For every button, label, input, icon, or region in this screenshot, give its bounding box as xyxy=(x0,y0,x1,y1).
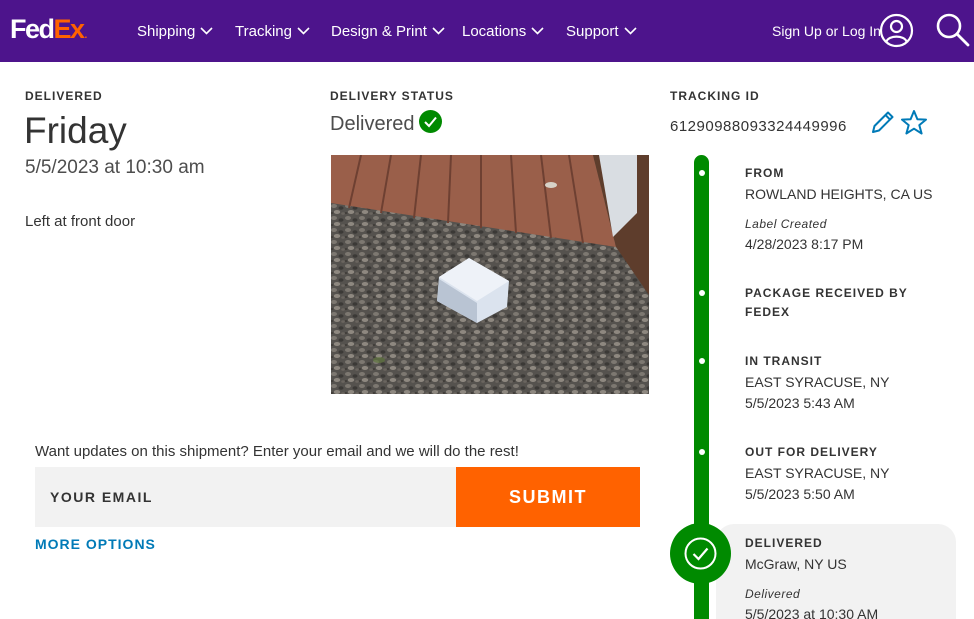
email-input[interactable] xyxy=(35,467,456,527)
delivery-datetime: 5/5/2023 at 10:30 am xyxy=(25,157,205,178)
delivery-day: Friday xyxy=(24,110,127,151)
event-location: ROWLAND HEIGHTS, CA US xyxy=(745,186,933,202)
email-updates-prompt: Want updates on this shipment? Enter you… xyxy=(35,443,519,460)
delivery-location-note: Left at front door xyxy=(25,213,136,230)
event-datetime: 5/5/2023 at 10:30 AM xyxy=(745,606,879,619)
event-datetime: 5/5/2023 5:50 AM xyxy=(745,486,855,502)
delivered-check-icon xyxy=(670,523,731,584)
event-subtitle: Delivered xyxy=(745,587,801,601)
event-title: IN TRANSIT xyxy=(745,354,823,368)
chevron-down-icon xyxy=(531,27,544,35)
event-title: FROM xyxy=(745,166,785,180)
chevron-down-icon xyxy=(623,27,637,35)
event-location: McGraw, NY US xyxy=(745,556,847,572)
fedex-logo[interactable]: FedEx. xyxy=(10,14,87,51)
event-title: DELIVERED xyxy=(745,536,823,550)
event-datetime: 5/5/2023 5:43 AM xyxy=(745,395,855,411)
user-account-icon[interactable] xyxy=(879,13,914,48)
delivery-status-value: Delivered xyxy=(330,113,415,135)
nav-tracking[interactable]: Tracking xyxy=(235,20,310,42)
tracking-id-value: 612909880933244499​96 xyxy=(670,118,847,135)
event-subtitle: Label Created xyxy=(745,217,827,231)
nav-support[interactable]: Support xyxy=(566,20,637,42)
search-icon[interactable] xyxy=(935,12,971,48)
event-location: EAST SYRACUSE, NY xyxy=(745,465,890,481)
timeline-dot xyxy=(699,449,705,455)
event-title: PACKAGE RECEIVED BY xyxy=(745,286,908,300)
delivered-label: DELIVERED xyxy=(25,89,103,103)
more-options-link[interactable]: MORE OPTIONS xyxy=(35,536,156,552)
sign-up-log-in-link[interactable]: Sign Up or Log In xyxy=(772,20,881,42)
chevron-down-icon xyxy=(200,27,213,35)
tracking-id-label: TRACKING ID xyxy=(670,89,760,103)
timeline-dot xyxy=(699,358,705,364)
event-title: OUT FOR DELIVERY xyxy=(745,445,878,459)
chevron-down-icon xyxy=(432,27,445,35)
pencil-edit-icon[interactable] xyxy=(869,109,896,136)
nav-design-print[interactable]: Design & Print xyxy=(331,20,445,42)
timeline-dot xyxy=(699,170,705,176)
star-favorite-icon[interactable] xyxy=(900,109,928,136)
delivery-proof-photo xyxy=(331,155,649,394)
chevron-down-icon xyxy=(297,27,310,35)
nav-locations[interactable]: Locations xyxy=(462,20,544,42)
event-location: EAST SYRACUSE, NY xyxy=(745,374,890,390)
nav-shipping[interactable]: Shipping xyxy=(137,20,213,42)
event-datetime: 4/28/2023 8:17 PM xyxy=(745,236,864,252)
timeline-dot xyxy=(699,290,705,296)
event-title-continued: FEDEX xyxy=(745,305,791,319)
check-circle-icon xyxy=(419,110,442,133)
submit-button[interactable]: SUBMIT xyxy=(456,467,640,527)
top-navigation-bar: FedEx. Shipping Tracking Design & Print … xyxy=(0,0,974,62)
delivery-status-label: DELIVERY STATUS xyxy=(330,89,454,103)
